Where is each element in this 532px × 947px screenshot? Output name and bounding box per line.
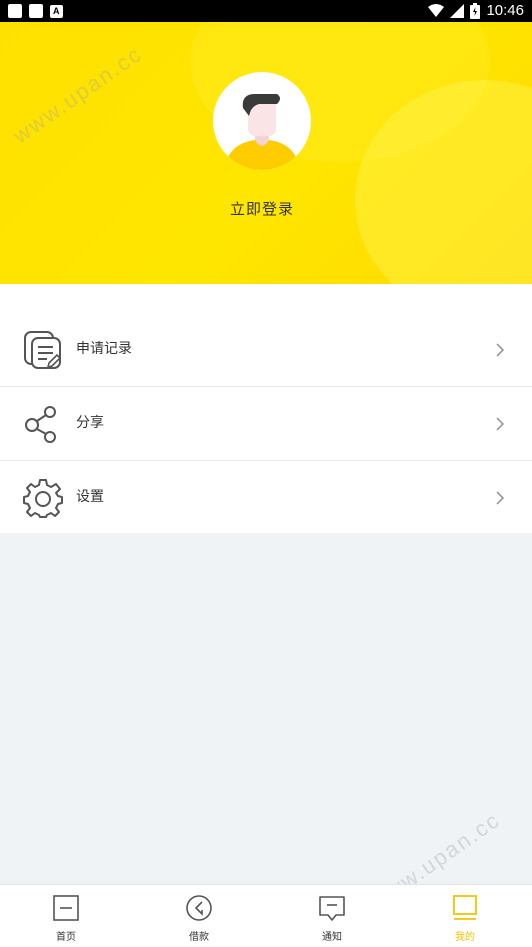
clock: 10:46	[486, 2, 524, 19]
wifi-icon	[428, 4, 445, 17]
chevron-right-icon	[496, 491, 505, 505]
chevron-right-icon	[496, 417, 505, 431]
menu-item-label: 分享	[76, 415, 104, 431]
home-square-icon	[53, 895, 79, 921]
battery-icon	[470, 3, 481, 19]
menu-list: 申请记录 分享 设置	[0, 284, 532, 533]
tab-label: 首页	[56, 932, 76, 943]
notification-square-icon	[8, 4, 22, 18]
tab-label: 我的	[455, 932, 475, 943]
chevron-right-icon	[496, 343, 505, 357]
notification-square-icon	[29, 4, 43, 18]
notification-icons	[8, 4, 63, 18]
status-bar: 10:46	[0, 0, 532, 22]
menu-item-share[interactable]: 分享	[0, 387, 532, 460]
loan-circle-icon	[186, 895, 212, 921]
tab-label: 通知	[322, 932, 342, 943]
user-avatar-icon	[225, 94, 299, 170]
tab-notifications[interactable]: 通知	[287, 885, 377, 947]
tab-loan[interactable]: 借款	[154, 885, 244, 947]
tab-home[interactable]: 首页	[21, 885, 111, 947]
login-button[interactable]: 立即登录	[0, 198, 524, 219]
signal-icon	[450, 4, 465, 18]
profile-header: www.upan.cc 立即登录	[0, 22, 532, 284]
document-list-icon	[24, 331, 62, 369]
bottom-tab-bar: 首页 借款 通知 我的	[0, 884, 532, 947]
tab-mine[interactable]: 我的	[420, 885, 510, 947]
menu-item-label: 申请记录	[76, 341, 132, 357]
tab-label: 借款	[189, 932, 209, 943]
menu-item-settings[interactable]: 设置	[0, 461, 532, 534]
share-icon	[25, 406, 56, 443]
message-icon	[319, 896, 345, 921]
system-icons: 10:46	[428, 2, 524, 20]
gear-icon	[23, 479, 63, 518]
profile-screen-icon	[453, 895, 477, 920]
notification-a-icon	[50, 5, 63, 18]
menu-item-application-records[interactable]: 申请记录	[0, 313, 532, 386]
avatar[interactable]	[213, 72, 311, 170]
watermark: www.upan.cc	[8, 40, 147, 149]
menu-item-label: 设置	[76, 489, 104, 505]
